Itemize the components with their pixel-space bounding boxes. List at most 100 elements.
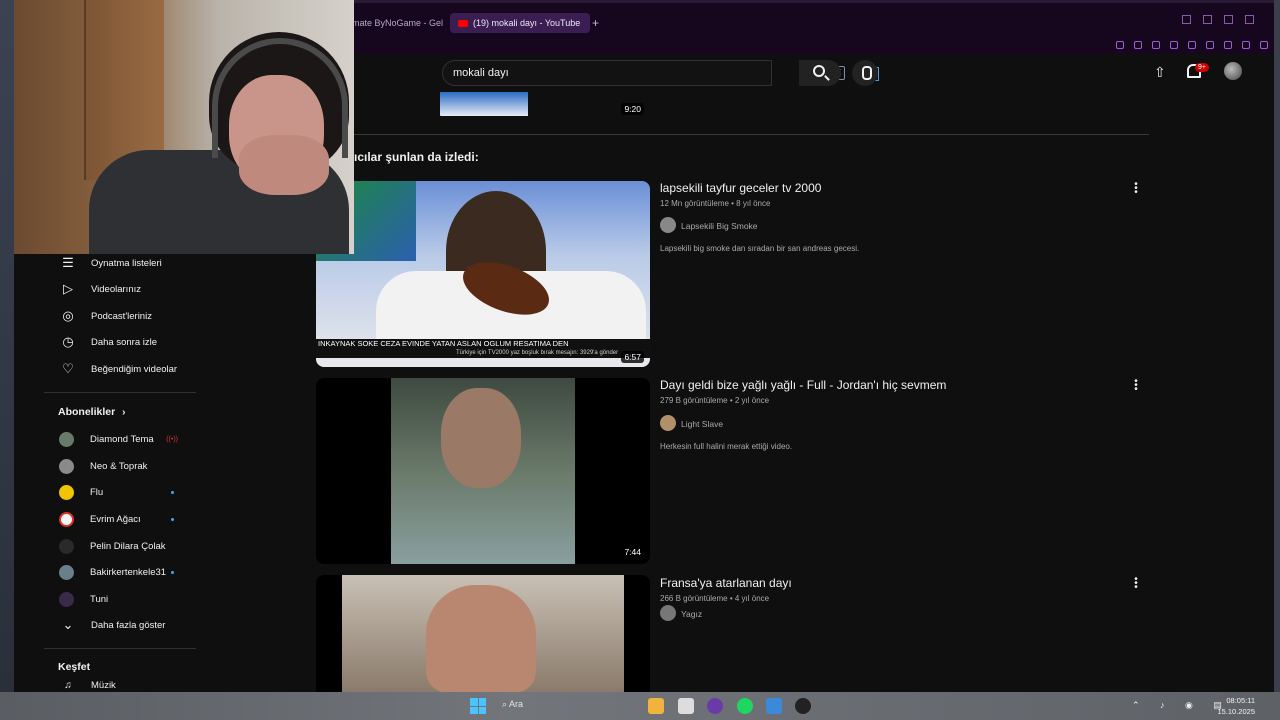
sidebar-item-liked-videos[interactable]: ♡ Beğendiğim videolar <box>44 356 194 382</box>
youtube-header: mokali dayı ✕ 文 ⌕ ⇧ 9+ <box>354 54 1274 92</box>
channel-name[interactable]: Light Slave <box>681 419 723 429</box>
maximize-icon[interactable] <box>1224 15 1233 24</box>
voice-search-button[interactable] <box>852 60 878 86</box>
sidebar-item-label: Bakirkertenkele31 <box>90 566 167 578</box>
thumbnail-image <box>440 92 528 116</box>
channel-name[interactable]: Lapsekili Big Smoke <box>681 221 758 231</box>
taskbar-search-label: Ara <box>509 699 524 709</box>
channel-avatar <box>59 591 74 607</box>
browser-tab[interactable]: mate ByNoGame - Gel <box>344 13 454 33</box>
section-title: ıcılar şunlan da izledi: <box>354 150 479 164</box>
video-icon: ▷ <box>63 281 73 296</box>
channel-avatar[interactable] <box>660 605 676 621</box>
thumbs-up-icon: ♡ <box>62 361 74 376</box>
more-actions-icon[interactable]: • • • <box>1134 575 1138 593</box>
clock-time: 08:05:11 <box>1226 696 1255 705</box>
more-actions-icon[interactable]: • • • <box>1134 180 1138 198</box>
video-meta: 266 B görüntüleme • 4 yıl önce <box>660 594 770 603</box>
system-tray[interactable]: ⌃ ♪ ◉ ▤ <box>1132 700 1231 711</box>
tab-label: (19) mokali dayı - YouTube <box>473 18 581 28</box>
sidebar-divider <box>44 392 196 393</box>
subscriptions-title: Abonelikler <box>58 406 116 418</box>
create-upload-icon[interactable]: ⇧ <box>1154 64 1166 81</box>
shield-icon[interactable] <box>1152 41 1160 49</box>
sidebar-item-label: Müzik <box>91 679 116 691</box>
subscriptions-heading[interactable]: Abonelikler › <box>58 406 125 418</box>
new-content-dot <box>171 491 174 494</box>
previous-video-thumbnail[interactable]: 9:20 <box>438 92 650 118</box>
search-button[interactable] <box>799 60 841 86</box>
video-thumbnail[interactable]: INKAYNAK SOKE CEZA EVINDE YATAN ASLAN OG… <box>316 181 650 367</box>
channel-avatar[interactable] <box>660 415 676 431</box>
show-more-label: Daha fazla göster <box>91 619 166 631</box>
video-thumbnail[interactable] <box>316 575 650 693</box>
spotify-icon[interactable] <box>737 698 753 714</box>
video-card[interactable]: INKAYNAK SOKE CEZA EVINDE YATAN ASLAN OG… <box>316 180 1154 369</box>
search-box[interactable]: mokali dayı ✕ 文 ⌕ <box>442 60 879 86</box>
channel-avatar <box>59 564 74 580</box>
music-icon: ♫ <box>64 679 72 691</box>
sidebar-sub-evrim-agaci[interactable]: Evrim Ağacı <box>44 506 194 532</box>
more-actions-icon[interactable]: • • • <box>1134 377 1138 395</box>
app-icon[interactable] <box>766 698 782 714</box>
clock[interactable]: 08:05:11 15.10.2025 <box>1217 695 1255 717</box>
video-card[interactable]: 7:44 Dayı geldi bize yağlı yağlı - Full … <box>316 377 1154 566</box>
sidebar-item-watch-later[interactable]: ◷ Daha sonra izle <box>44 329 194 355</box>
sidebar-item-label: Oynatma listeleri <box>91 257 162 269</box>
sidebar-sub-diamond-tema[interactable]: Diamond Tema ((•)) <box>44 426 194 452</box>
channel-avatar <box>59 484 74 500</box>
store-icon[interactable] <box>678 698 694 714</box>
podcast-icon: ◎ <box>62 308 74 323</box>
heart-icon[interactable] <box>1188 41 1196 49</box>
channel-name[interactable]: Yagız <box>681 609 702 619</box>
video-description: Herkesin full halini merak ettiği video. <box>660 442 793 451</box>
search-input[interactable]: mokali dayı <box>453 67 509 79</box>
taskbar-search[interactable]: ⌕ Ara <box>502 699 523 710</box>
screen: mate ByNoGame - Gel (19) mokali dayı - Y… <box>0 0 1280 720</box>
section-divider <box>354 134 1149 135</box>
bookmark-icon[interactable] <box>1224 41 1232 49</box>
play-icon[interactable] <box>1170 41 1178 49</box>
download-icon[interactable] <box>1242 41 1250 49</box>
video-card[interactable]: Fransa'ya atarlanan dayı 266 B görüntüle… <box>316 575 1154 693</box>
minimize-icon[interactable] <box>1203 15 1212 24</box>
channel-avatar <box>59 431 74 447</box>
desktop-edge <box>0 0 14 692</box>
file-explorer-icon[interactable] <box>648 698 664 714</box>
chevron-right-icon: › <box>122 407 126 418</box>
start-button[interactable] <box>470 698 486 714</box>
sidebar-sub-neo-toprak[interactable]: Neo & Toprak <box>44 453 194 479</box>
thumbnail-caption: INKAYNAK SOKE CEZA EVINDE YATAN ASLAN OG… <box>316 339 650 349</box>
search-tabs-icon[interactable] <box>1182 15 1191 24</box>
video-title[interactable]: lapsekili tayfur geceler tv 2000 <box>660 181 821 195</box>
menu-icon[interactable] <box>1260 41 1268 49</box>
browser-tab-active[interactable]: (19) mokali dayı - YouTube <box>450 13 590 33</box>
video-thumbnail[interactable]: 7:44 <box>316 378 650 564</box>
video-title[interactable]: Dayı geldi bize yağlı yağlı - Full - Jor… <box>660 378 946 392</box>
sidebar-show-more[interactable]: ⌄ Daha fazla göster <box>44 612 194 638</box>
new-tab-button[interactable]: + <box>592 13 599 33</box>
account-avatar[interactable] <box>1224 62 1242 80</box>
sidebar-sub-tuni[interactable]: Tuni <box>44 586 194 612</box>
video-title[interactable]: Fransa'ya atarlanan dayı <box>660 576 792 590</box>
duration-badge: 7:44 <box>621 546 644 558</box>
close-icon[interactable] <box>1245 15 1254 24</box>
channel-avatar[interactable] <box>660 217 676 233</box>
extensions-icon[interactable] <box>1206 41 1214 49</box>
sidebar-sub-flu[interactable]: Flu <box>44 479 194 505</box>
pin-icon[interactable] <box>1116 41 1124 49</box>
duration-badge: 9:20 <box>621 103 644 115</box>
browser-icon[interactable] <box>707 698 723 714</box>
sidebar-item-label: Neo & Toprak <box>90 460 148 472</box>
sidebar-item-label: Flu <box>90 486 104 498</box>
sidebar-sub-bakirkertenkele31[interactable]: Bakirkertenkele31 <box>44 559 194 585</box>
screenshot-icon[interactable] <box>1134 41 1142 49</box>
new-content-dot <box>171 518 174 521</box>
sidebar-item-podcasts[interactable]: ◎ Podcast'leriniz <box>44 303 194 329</box>
thumbnail-image <box>426 585 536 693</box>
sidebar-item-music[interactable]: ♫ Müzik <box>44 678 194 692</box>
sidebar-sub-pelin-dilara-colak[interactable]: Pelin Dilara Çolak <box>44 533 194 559</box>
sidebar-item-your-videos[interactable]: ▷ Videolarınız <box>44 276 194 302</box>
thumbnail-image <box>441 388 521 488</box>
obs-icon[interactable] <box>795 698 811 714</box>
